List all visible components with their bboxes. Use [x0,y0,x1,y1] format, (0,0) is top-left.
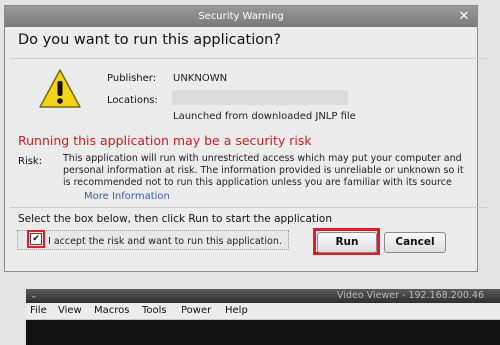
video-viewport[interactable] [26,320,500,345]
divider [10,207,488,208]
risk-description: This application will run with unrestric… [63,153,464,188]
accept-risk-label[interactable]: I accept the risk and want to run this a… [48,236,282,247]
accept-risk-checkbox[interactable]: ✔ [27,230,45,248]
cancel-button[interactable]: Cancel [384,232,446,253]
dialog-titlebar[interactable]: Security Warning ✕ [5,6,477,27]
video-viewer-title: Video Viewer - 192.168.200.46 [337,290,484,301]
menu-file[interactable]: File [30,303,47,319]
risk-label: Risk: [18,156,43,167]
menu-power[interactable]: Power [181,303,211,319]
menu-tools[interactable]: Tools [142,303,167,319]
dialog-heading: Do you want to run this application? [18,32,281,48]
video-viewer-titlebar[interactable]: ⌄ Video Viewer - 192.168.200.46 [26,289,500,303]
locations-label: Locations: [107,95,158,106]
run-button[interactable]: Run [317,232,377,253]
more-information-link[interactable]: More Information [84,191,170,202]
menu-view[interactable]: View [58,303,82,319]
divider [10,58,488,59]
menu-macros[interactable]: Macros [94,303,129,319]
close-icon[interactable]: ✕ [457,6,471,27]
location-value-redacted [172,90,348,105]
locations-note: Launched from downloaded JNLP file [173,111,356,122]
menu-help[interactable]: Help [225,303,248,319]
select-instruction: Select the box below, then click Run to … [18,213,333,225]
risk-title: Running this application may be a securi… [18,133,312,148]
video-viewer-menubar: File View Macros Tools Power Help [26,303,500,320]
publisher-label: Publisher: [107,73,157,84]
publisher-value: UNKNOWN [173,73,228,84]
chevron-down-icon[interactable]: ⌄ [30,289,38,303]
dialog-title: Security Warning [198,11,284,22]
warning-triangle-icon [39,69,81,108]
